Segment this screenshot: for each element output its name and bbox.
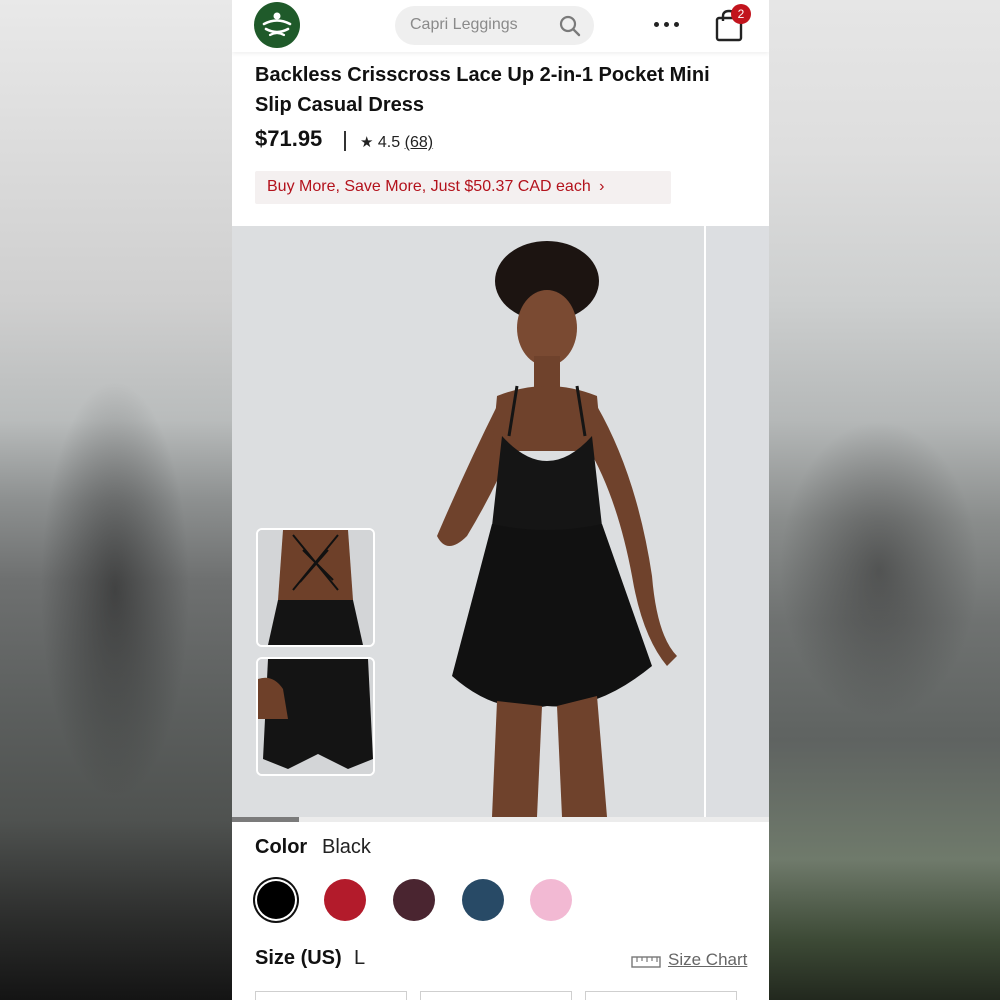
color-label: Color [255,836,308,858]
rating-block[interactable]: ★ 4.5 (68) [360,133,433,152]
thumbnail-pocket-image [258,659,373,774]
brand-logo[interactable] [254,2,300,48]
size-option-3[interactable] [585,991,737,1000]
selected-color-value: Black [322,836,371,858]
size-option-1[interactable] [255,991,407,1000]
search-icon[interactable] [558,14,582,38]
bulk-discount-banner[interactable]: Buy More, Save More, Just $50.37 CAD eac… [255,171,671,204]
gallery-thumbnail-back-view[interactable] [256,528,375,647]
ruler-icon[interactable] [631,956,661,968]
gallery-progress-indicator [232,817,299,822]
product-image-gallery[interactable] [232,226,769,817]
color-swatch-burgundy[interactable] [393,879,435,921]
rating-value: 4.5 [377,134,401,151]
star-icon: ★ [360,134,374,151]
top-bar: Capri Leggings 2 [232,0,769,52]
thumbnail-back-image [258,530,373,645]
product-title: Backless Crisscross Lace Up 2-in-1 Pocke… [255,64,710,116]
gallery-progress-track [232,817,769,822]
backdrop-left [0,0,232,1000]
product-price: $71.95 [255,126,323,151]
promo-text: Buy More, Save More, Just $50.37 CAD eac… [267,178,591,195]
selected-size-value: L [354,947,366,969]
search-bar[interactable]: Capri Leggings [395,6,594,45]
next-gallery-image-peek[interactable] [704,226,769,817]
brand-logo-icon [262,12,292,37]
size-chart-link[interactable]: Size Chart [668,950,747,970]
gallery-thumbnail-pocket-view[interactable] [256,657,375,776]
price-divider [344,131,346,151]
chevron-right-icon: › [599,178,605,195]
color-swatch-navy[interactable] [462,879,504,921]
backdrop-right [769,0,1000,1000]
size-label: Size (US) [255,947,342,969]
review-count-link[interactable]: (68) [405,134,433,151]
search-placeholder: Capri Leggings [410,16,518,33]
more-options-icon[interactable] [652,14,682,34]
product-photo-model [437,241,677,817]
size-option-2[interactable] [420,991,572,1000]
color-swatch-black[interactable] [257,881,295,919]
cart-count-badge: 2 [731,4,751,24]
color-swatch-pink[interactable] [530,879,572,921]
phone-screen: Capri Leggings 2 Backless Crisscross Lac… [232,0,769,1000]
color-swatch-red[interactable] [324,879,366,921]
